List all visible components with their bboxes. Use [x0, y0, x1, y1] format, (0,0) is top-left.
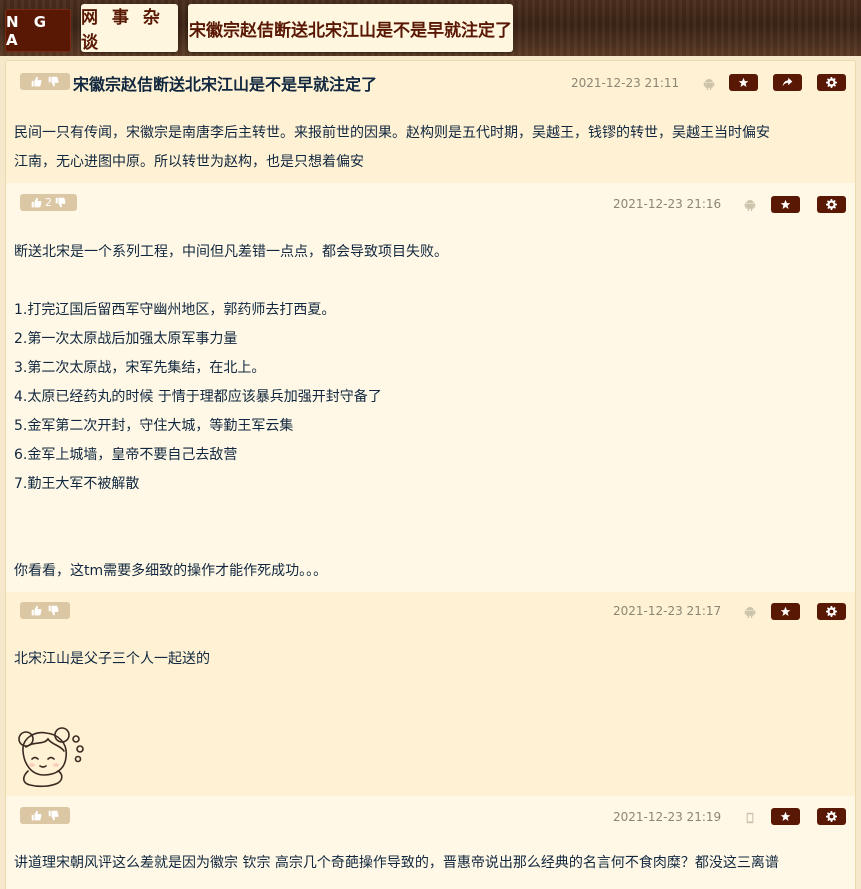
post-content: 断送北宋是一个系列工程，中间但凡差错一点点，都会导致项目失败。 1.打完辽国后留…	[14, 244, 448, 579]
settings-button[interactable]	[817, 196, 846, 213]
settings-button[interactable]	[817, 808, 846, 825]
favorite-button[interactable]	[771, 196, 800, 213]
star-icon	[780, 199, 791, 210]
star-icon	[738, 77, 749, 88]
breadcrumb-topic[interactable]: 宋徽宗赵佶断送北宋江山是不是早就注定了	[188, 4, 513, 52]
post-content: 民间一只有传闻，宋徽宗是南唐李后主转世。来报前世的因果。赵构则是五代时期，吴越王…	[14, 125, 770, 170]
post-list: 宋徽宗赵佶断送北宋江山是不是早就注定了 2021-12-23 21:11 民间一…	[5, 60, 856, 889]
favorite-button[interactable]	[771, 808, 800, 825]
star-icon	[780, 606, 791, 617]
post-title: 宋徽宗赵佶断送北宋江山是不是早就注定了	[73, 75, 378, 94]
share-icon	[782, 77, 793, 88]
vote-box[interactable]	[20, 73, 70, 90]
vote-box[interactable]	[20, 807, 70, 824]
post-content: 北宋江山是父子三个人一起送的	[14, 651, 210, 667]
post-date: 2021-12-23 21:17	[613, 604, 722, 618]
post-2: 2021-12-23 21:17 北宋江山是父子三个人一起送的	[6, 592, 855, 796]
android-icon	[703, 78, 715, 90]
thumbs-down-icon[interactable]	[55, 197, 66, 208]
gear-icon	[826, 77, 837, 88]
thumbs-up-icon[interactable]	[31, 197, 42, 208]
settings-button[interactable]	[817, 74, 846, 91]
phone-icon	[744, 812, 756, 824]
post-content: 讲道理宋朝风评这么差就是因为徽宗 钦宗 高宗几个奇葩操作导致的，晋惠帝说出那么经…	[14, 855, 779, 871]
post-date: 2021-12-23 21:11	[571, 76, 680, 90]
post-date: 2021-12-23 21:19	[613, 810, 722, 824]
post-3: 2021-12-23 21:19 讲道理宋朝风评这么差就是因为徽宗 钦宗 高宗几…	[6, 796, 855, 889]
thumbs-up-icon[interactable]	[31, 810, 42, 821]
gear-icon	[826, 606, 837, 617]
favorite-button[interactable]	[729, 74, 758, 91]
favorite-button[interactable]	[771, 603, 800, 620]
thumbs-down-icon[interactable]	[48, 76, 59, 87]
gear-icon	[826, 199, 837, 210]
thumbs-down-icon[interactable]	[48, 810, 59, 821]
settings-button[interactable]	[817, 603, 846, 620]
breadcrumb-board[interactable]: 网 事 杂 谈	[81, 4, 178, 53]
android-icon	[744, 606, 756, 618]
thumbs-up-icon[interactable]	[31, 605, 42, 616]
star-icon	[780, 811, 791, 822]
post-1: 2 2021-12-23 21:16 断送北宋是一个系列工程，中间但凡差错一点点…	[6, 183, 855, 592]
nga-logo[interactable]: N G A	[5, 9, 71, 52]
post-0: 宋徽宗赵佶断送北宋江山是不是早就注定了 2021-12-23 21:11 民间一…	[6, 61, 855, 183]
sticker-image	[18, 727, 84, 788]
vote-count: 2	[45, 196, 52, 209]
share-button[interactable]	[773, 74, 802, 91]
vote-box[interactable]	[20, 602, 70, 619]
post-date: 2021-12-23 21:16	[613, 197, 722, 211]
vote-box[interactable]: 2	[20, 194, 77, 211]
gear-icon	[826, 811, 837, 822]
android-icon	[744, 199, 756, 211]
thumbs-up-icon[interactable]	[31, 76, 42, 87]
thumbs-down-icon[interactable]	[48, 605, 59, 616]
